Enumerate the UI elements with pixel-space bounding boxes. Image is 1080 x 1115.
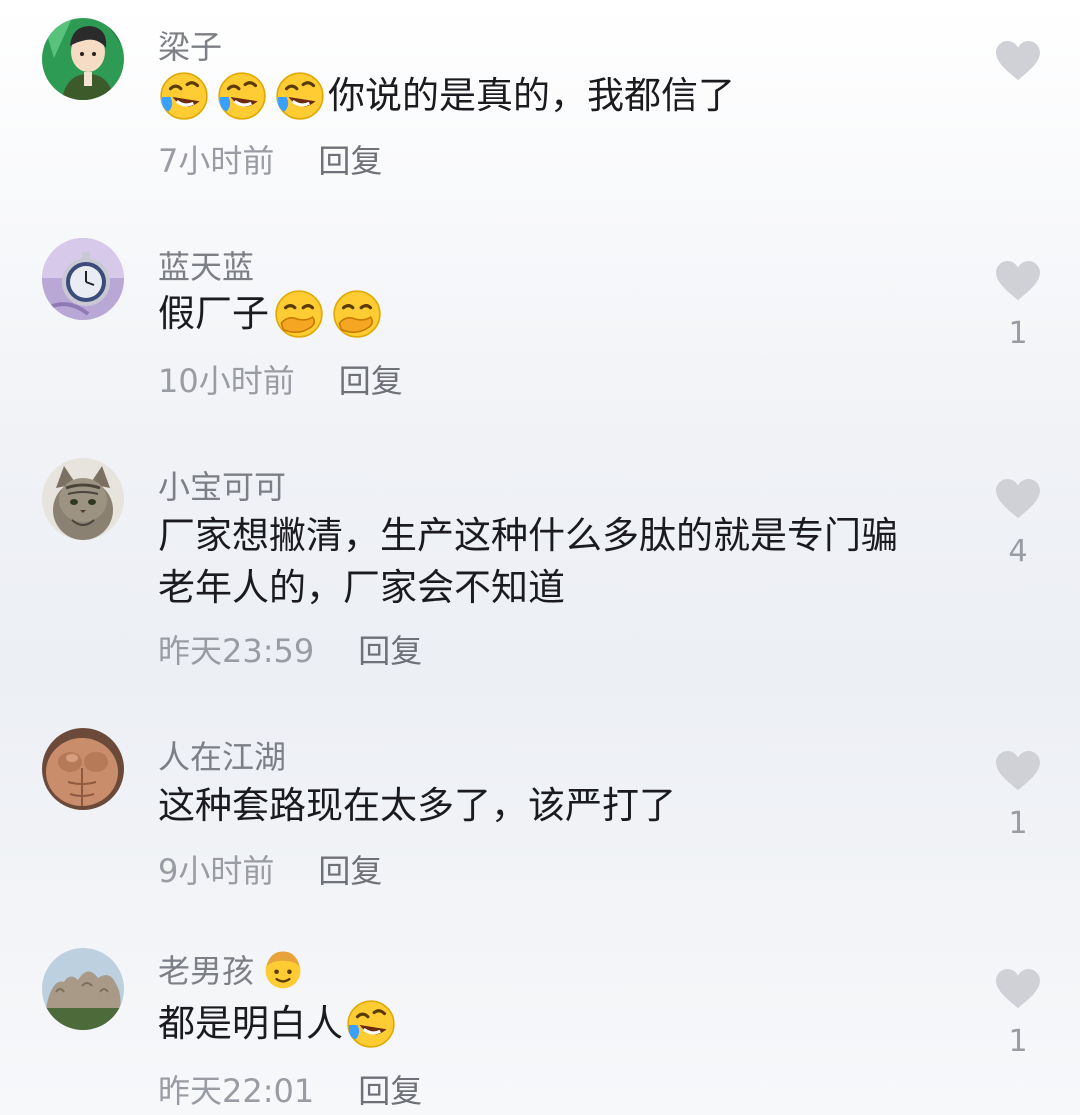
comment-meta: 昨天23:59 回复 (158, 626, 422, 672)
reply-button[interactable]: 回复 (358, 1072, 422, 1110)
comment-meta: 昨天22:01 回复 (158, 1066, 422, 1112)
comment-text: 你说的是真的，我都信了 (158, 70, 958, 122)
comment-meta: 7小时前 回复 (158, 136, 382, 182)
username[interactable]: 蓝天蓝 (158, 242, 254, 288)
timestamp: 昨天22:01 (158, 1072, 315, 1110)
comment-text: 都是明白人 (158, 998, 958, 1050)
reply-button[interactable]: 回复 (318, 852, 382, 890)
username[interactable]: 小宝可可 (158, 462, 286, 508)
like-count: 1 (1008, 316, 1028, 351)
comment-text-content: 你说的是真的，我都信了 (328, 74, 735, 117)
username[interactable]: 人在江湖 (158, 732, 286, 778)
avatar[interactable] (42, 728, 124, 810)
like-button[interactable] (990, 40, 1046, 96)
reply-button[interactable]: 回复 (358, 632, 422, 670)
comment-text: 厂家想撇清，生产这种什么多肽的就是专门骗 老年人的，厂家会不知道 (158, 510, 958, 614)
rofl-emoji-icon (274, 70, 326, 122)
like-button[interactable]: 4 (990, 478, 1046, 569)
muscle-avatar-icon (42, 728, 124, 810)
rock-sculpture-avatar-icon (42, 948, 124, 1030)
comment-text-content: 假厂子 (158, 292, 269, 335)
username[interactable]: 老男孩 (158, 946, 306, 992)
timestamp: 7小时前 (158, 142, 275, 180)
timestamp: 昨天23:59 (158, 632, 315, 670)
heart-icon[interactable] (994, 478, 1042, 520)
comment-meta: 10小时前 回复 (158, 356, 403, 402)
heart-icon[interactable] (994, 968, 1042, 1010)
timestamp: 9小时前 (158, 852, 275, 890)
comment-text: 假厂子 (158, 288, 958, 340)
anime-soldier-avatar-icon (42, 18, 124, 100)
cat-avatar-icon (42, 458, 124, 540)
heart-icon[interactable] (994, 750, 1042, 792)
username-text[interactable]: 老男孩 (158, 946, 254, 992)
boy-face-emoji-icon (260, 946, 306, 992)
avatar[interactable] (42, 458, 124, 540)
smirk-hand-emoji-icon (273, 288, 325, 340)
avatar[interactable] (42, 18, 124, 100)
like-button[interactable]: 1 (990, 750, 1046, 841)
comment-text-content: 这种套路现在太多了，该严打了 (158, 784, 676, 827)
username-text[interactable]: 梁子 (158, 22, 222, 68)
comment-text-line: 厂家想撇清，生产这种什么多肽的就是专门骗 (158, 514, 898, 557)
username[interactable]: 梁子 (158, 22, 222, 68)
rofl-emoji-icon (216, 70, 268, 122)
avatar[interactable] (42, 948, 124, 1030)
timestamp: 10小时前 (158, 362, 295, 400)
username-text[interactable]: 蓝天蓝 (158, 242, 254, 288)
heart-icon[interactable] (994, 260, 1042, 302)
comment-text: 这种套路现在太多了，该严打了 (158, 780, 958, 832)
smirk-hand-emoji-icon (331, 288, 383, 340)
comment-text-content: 都是明白人 (158, 1002, 343, 1045)
comment-text-line: 老年人的，厂家会不知道 (158, 566, 565, 609)
username-text[interactable]: 小宝可可 (158, 462, 286, 508)
like-count: 1 (1008, 1024, 1028, 1059)
like-count: 1 (1008, 806, 1028, 841)
avatar[interactable] (42, 238, 124, 320)
username-text[interactable]: 人在江湖 (158, 732, 286, 778)
like-button[interactable]: 1 (990, 968, 1046, 1059)
comment-meta: 9小时前 回复 (158, 846, 382, 892)
rofl-emoji-icon (158, 70, 210, 122)
like-count: 4 (1008, 534, 1028, 569)
heart-icon[interactable] (994, 40, 1042, 82)
pocket-watch-avatar-icon (42, 238, 124, 320)
like-button[interactable]: 1 (990, 260, 1046, 351)
rofl-emoji-icon (345, 998, 397, 1050)
reply-button[interactable]: 回复 (318, 142, 382, 180)
reply-button[interactable]: 回复 (339, 362, 403, 400)
